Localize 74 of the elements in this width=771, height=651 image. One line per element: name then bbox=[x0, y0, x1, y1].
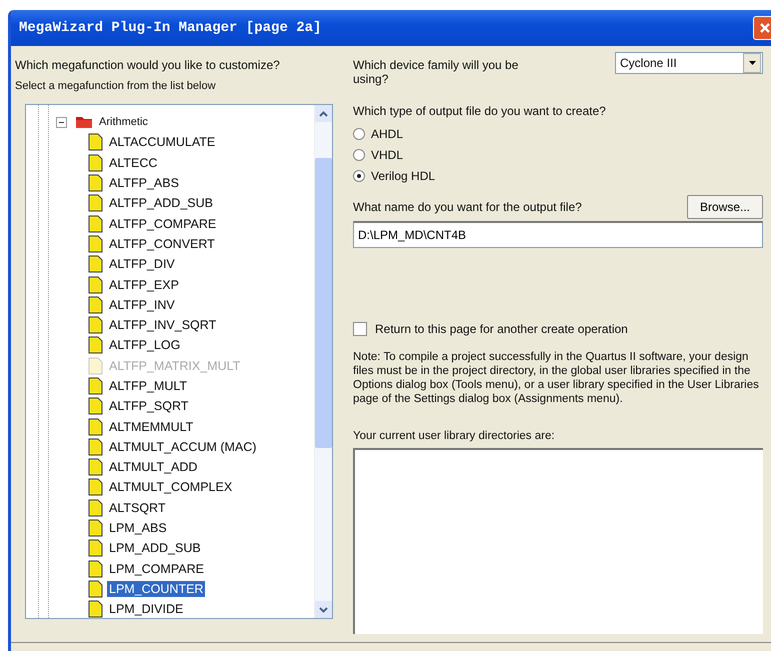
document-icon bbox=[88, 234, 103, 253]
document-icon bbox=[88, 560, 103, 578]
document-icon bbox=[88, 255, 103, 274]
tree-item[interactable]: ALTFP_COMPARE bbox=[107, 216, 218, 232]
scroll-up-icon[interactable] bbox=[315, 105, 332, 122]
window-title: MegaWizard Plug-In Manager [page 2a] bbox=[19, 20, 322, 36]
tree-item[interactable]: ALTFP_ABS bbox=[107, 175, 181, 192]
document-icon bbox=[88, 336, 103, 354]
radio-button[interactable] bbox=[353, 170, 365, 182]
document-icon bbox=[88, 276, 103, 294]
document-icon bbox=[88, 377, 103, 395]
document-icon bbox=[88, 478, 103, 496]
tree-item[interactable]: ALTFP_DIV bbox=[107, 256, 177, 272]
radio-button[interactable] bbox=[353, 149, 365, 161]
device-family-label: Which device family will you be using? bbox=[353, 58, 520, 86]
document-icon bbox=[88, 458, 103, 476]
tree-item[interactable]: LPM_COUNTER bbox=[107, 580, 206, 597]
scrollbar-thumb[interactable] bbox=[315, 158, 332, 448]
tree-item[interactable]: ALTMULT_ADD bbox=[107, 459, 200, 476]
document-icon bbox=[88, 438, 103, 456]
tree-item[interactable]: LPM_ADD_SUB bbox=[107, 540, 203, 556]
tree-item[interactable]: ALTFP_INV bbox=[107, 296, 177, 313]
document-icon bbox=[88, 356, 103, 375]
tree-item[interactable]: ALTFP_MULT bbox=[107, 378, 190, 394]
question-label: Which megafunction would you like to customize? bbox=[15, 58, 281, 72]
library-label: Your current user library directories are: bbox=[353, 430, 556, 442]
document-icon bbox=[88, 580, 103, 598]
browse-button[interactable]: Browse... bbox=[687, 195, 763, 219]
document-icon bbox=[88, 316, 103, 334]
checkbox[interactable] bbox=[353, 322, 367, 336]
scroll-down-icon[interactable] bbox=[315, 601, 332, 618]
tree-item[interactable]: ALTFP_ADD_SUB bbox=[107, 195, 215, 212]
document-icon bbox=[88, 154, 103, 172]
close-icon[interactable] bbox=[753, 16, 771, 40]
checkbox-label: Return to this page for another create operation bbox=[375, 322, 628, 336]
note-text: Note: To compile a project successfully in the Quartus II software, your design files must be in the project directory, in the global user libraries specified in the Options dialog box (Tools menu), or a user library specified in the User Libraries page of the Settings dialog box (Assignments menu). bbox=[353, 350, 760, 406]
document-icon bbox=[88, 600, 103, 618]
tree-item[interactable]: ALTFP_EXP bbox=[107, 276, 181, 293]
tree-item[interactable]: ALTFP_SQRT bbox=[107, 398, 190, 414]
radio-button[interactable] bbox=[353, 128, 365, 140]
file-name-label: What name do you want for the output file? bbox=[353, 200, 582, 214]
device-family-dropdown[interactable]: Cyclone III bbox=[615, 52, 763, 74]
radio-label: AHDL bbox=[371, 127, 404, 141]
document-icon bbox=[88, 174, 103, 192]
tree-item[interactable]: LPM_DIVIDE bbox=[107, 601, 186, 618]
tree-item[interactable]: ALTFP_CONVERT bbox=[107, 236, 217, 252]
tree-item[interactable]: ALTMULT_COMPLEX bbox=[107, 479, 234, 496]
radio-label: VHDL bbox=[371, 148, 404, 162]
tree-item[interactable]: LPM_ABS bbox=[107, 520, 169, 536]
document-icon bbox=[88, 519, 103, 538]
output-type-label: Which type of output file do you want to create? bbox=[353, 104, 607, 118]
document-icon bbox=[88, 194, 103, 212]
document-icon bbox=[88, 539, 103, 558]
radio-label: Verilog HDL bbox=[371, 169, 436, 183]
tree-item[interactable]: ALTFP_INV_SQRT bbox=[107, 317, 218, 334]
tree-item[interactable]: ALTSQRT bbox=[107, 500, 168, 516]
tree-item[interactable]: ALTECC bbox=[107, 154, 160, 171]
instruction-label: Select a megafunction from the list below bbox=[15, 80, 217, 92]
tree-item[interactable]: ALTMEMMULT bbox=[107, 418, 196, 435]
file-name-field[interactable]: D:\LPM_MD\CNT4B bbox=[353, 221, 763, 248]
collapse-icon[interactable] bbox=[56, 116, 67, 128]
folder-icon bbox=[75, 115, 93, 130]
document-icon bbox=[88, 296, 103, 314]
document-icon bbox=[88, 397, 103, 416]
document-icon bbox=[88, 133, 103, 152]
document-icon bbox=[88, 214, 103, 233]
tree-item[interactable]: ALTFP_LOG bbox=[107, 337, 182, 354]
tree-item[interactable]: Arithmetic bbox=[97, 115, 150, 130]
tree-item[interactable]: ALTACCUMULATE bbox=[107, 134, 218, 150]
document-icon bbox=[88, 418, 103, 436]
document-icon bbox=[88, 498, 103, 517]
tree-item[interactable]: ALTMULT_ACCUM (MAC) bbox=[107, 438, 258, 455]
dropdown-arrow-icon bbox=[748, 61, 756, 65]
tree-item[interactable]: LPM_COMPARE bbox=[107, 560, 206, 577]
